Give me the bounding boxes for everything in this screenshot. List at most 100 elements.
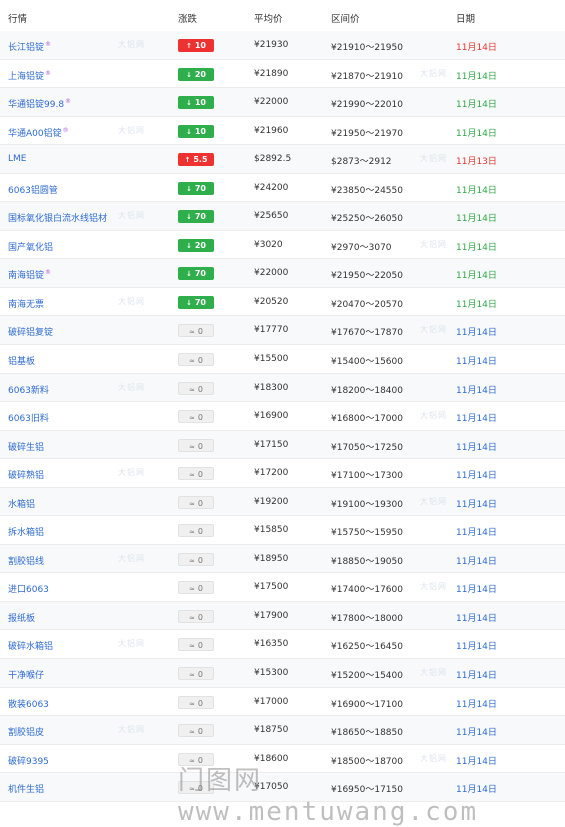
row-watermark: 大铝网 [420,239,447,249]
price-range: ¥21990～22010 [331,100,403,111]
change-value: 10 [194,41,206,50]
average-price: ¥18950 [254,553,289,564]
market-name-link[interactable]: 干净喉仔 [8,668,44,681]
price-range: ¥25250～26050 [331,214,403,225]
market-name-link[interactable]: 国标氧化银白流水线铝材 [8,211,107,224]
price-range: ¥17100～17300 [331,471,403,482]
average-price: ¥18750 [254,725,289,736]
table-row: 国标氧化银白流水线铝材 ↓ 70 ¥25650 ¥25250～26050 11月14日 大铝… [0,202,565,231]
market-name-link[interactable]: 割胶铝线 [8,554,44,567]
table-row: 国产氧化铝 ↓ 20 ¥3020 ¥2970～3070 11月14日 大铝网 [0,230,565,260]
registered-icon: ® [65,98,72,106]
market-name-wrap[interactable]: 华通铝锭99.8® [8,97,71,110]
price-range: ¥17400～17600 [331,585,403,596]
price-date: 11月14日 [456,128,497,139]
change-value: 0 [197,384,203,394]
price-range: ¥15200～15400 [331,671,403,682]
row-watermark: 大铝网 [118,553,145,563]
price-date: 11月14日 [456,414,497,425]
change-value: 70 [194,183,206,193]
header-change: 涨跌 [178,14,198,25]
change-badge: ≈0 [178,410,214,424]
table-row: 华通A00铝锭® ↓ 10 ¥21960 ¥21950～21970 11月14日 大铝网 [0,116,565,146]
price-range: ¥2970～3070 [331,242,392,253]
change-badge: ≈0 [178,695,214,709]
row-watermark: 大铝网 [118,639,145,649]
market-name-link[interactable]: 6063新料 [8,383,49,396]
market-name-link[interactable]: 破碎铝复锭 [8,325,53,338]
market-name-link[interactable]: 机件生铝 [8,782,44,795]
market-name-link[interactable]: 南海铝锭 [8,271,44,281]
header-name: 行情 [8,14,28,25]
market-name-link[interactable]: LME [8,154,26,164]
registered-icon: ® [45,269,52,277]
market-name-link[interactable]: 6063旧料 [8,411,49,424]
table-row: 干净喉仔 ≈0 ¥15300 ¥15200～15400 11月14日 大铝网 [0,659,565,688]
price-date: 11月14日 [456,728,497,739]
change-badge: ≈0 [178,353,214,367]
market-name-wrap[interactable]: 南海铝锭® [8,268,51,281]
price-date: 11月13日 [456,157,497,168]
average-price: ¥17500 [254,582,289,593]
table-row: 长江铝锭® ↑ 10 ¥21930 ¥21910～21950 11月14日 大铝网 [0,31,565,60]
market-name-link[interactable]: 散装6063 [8,697,49,710]
arrow-up-icon: ↑ [184,156,191,165]
row-watermark: 大铝网 [118,382,145,392]
average-price: ¥17900 [254,610,289,621]
arrow-down-icon: ↓ [185,99,192,108]
arrow-down-icon: ↓ [185,184,192,193]
change-value: 0 [197,527,203,537]
market-name-link[interactable]: 割胶铝皮 [8,725,44,738]
row-watermark: 大铝网 [118,725,145,735]
price-range: ¥21870～21910 [331,71,403,82]
change-value: 0 [197,470,203,480]
change-value: 0 [197,584,203,594]
price-range: ¥20470～20570 [331,299,403,310]
market-name-link[interactable]: 6063铝圆管 [8,183,58,196]
market-name-link[interactable]: 华通铝锭99.8 [8,100,64,110]
market-name-wrap[interactable]: 华通A00铝锭® [8,126,69,139]
price-date: 11月14日 [456,71,497,82]
market-name-link[interactable]: 进口6063 [8,582,49,595]
change-value: 20 [194,240,206,250]
average-price: ¥3020 [254,239,283,250]
price-date: 11月14日 [456,385,497,396]
average-price: ¥15300 [254,668,289,679]
market-name-link[interactable]: 报纸板 [8,611,35,624]
change-badge: ↓ 20 [178,238,214,252]
average-price: ¥16900 [254,411,289,422]
change-badge: ↓ 70 [178,267,214,281]
market-name-link[interactable]: 破碎9395 [8,754,49,767]
market-name-link[interactable]: 破碎生铝 [8,440,44,453]
approx-icon: ≈ [189,671,195,680]
price-date: 11月14日 [456,242,497,253]
market-name-link[interactable]: 水箱铝 [8,497,35,510]
arrow-up-icon: ↑ [185,42,192,50]
market-name-wrap[interactable]: 长江铝锭® [8,40,51,53]
market-name-link[interactable]: 破碎水箱铝 [8,639,53,652]
approx-icon: ≈ [189,728,195,737]
market-name-link[interactable]: 铝基板 [8,354,35,367]
change-value: 0 [197,413,203,423]
price-range: ¥16900～17100 [331,699,403,710]
market-name-wrap[interactable]: 上海铝锭® [8,69,51,82]
price-range: ¥21950～21970 [331,128,403,139]
market-name-link[interactable]: 拆水箱铝 [8,525,44,538]
change-badge: ≈0 [178,667,214,681]
table-row: 破碎熟铝 ≈0 ¥17200 ¥17100～17300 11月14日 大铝网 [0,459,565,488]
arrow-down-icon: ↓ [185,270,192,279]
table-row: 6063铝圆管 ↓ 70 ¥24200 ¥23850～24550 11月14日 [0,173,565,203]
table-row: 南海无票 ↓ 70 ¥20520 ¥20470～20570 11月14日 大铝网 [0,287,565,317]
average-price: ¥22000 [254,268,289,279]
market-name-link[interactable]: 南海无票 [8,297,44,310]
average-price: $2892.5 [254,154,292,165]
market-name-link[interactable]: 上海铝锭 [8,72,44,82]
market-name-link[interactable]: 国产氧化铝 [8,240,53,253]
table-row: 南海铝锭® ↓ 70 ¥22000 ¥21950～22050 11月14日 [0,259,565,288]
change-badge: ≈0 [178,581,214,595]
price-range: ¥21950～22050 [331,271,403,282]
market-name-link[interactable]: 华通A00铝锭 [8,129,62,139]
site-watermark: 门图网 www.mentuwang.com [178,766,479,827]
market-name-link[interactable]: 长江铝锭 [8,43,44,53]
market-name-link[interactable]: 破碎熟铝 [8,468,44,481]
